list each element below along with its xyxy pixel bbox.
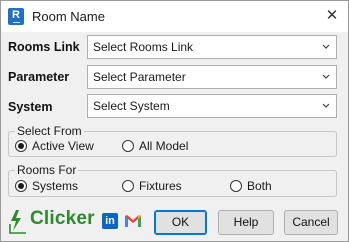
system-value: Select System (93, 99, 170, 113)
window-title: Room Name (32, 9, 105, 24)
revit-app-icon: R (8, 8, 24, 25)
radio-active-view-dot (15, 140, 27, 152)
cancel-button[interactable]: Cancel (284, 210, 338, 235)
room-name-dialog: R Room Name ✕ Rooms Link Select Rooms Li… (0, 0, 349, 242)
parameter-dropdown[interactable]: Select Parameter (87, 65, 337, 89)
chevron-down-icon (322, 74, 330, 79)
clicker-logo-icon (9, 210, 26, 234)
radio-active-view-label: Active View (32, 139, 94, 153)
rooms-link-value: Select Rooms Link (93, 40, 194, 54)
help-button[interactable]: Help (218, 210, 274, 235)
chevron-down-icon (322, 103, 330, 108)
radio-fixtures-dot (122, 180, 134, 192)
app-icon-letter: R (12, 9, 20, 21)
clicker-brand: Clicker (30, 208, 95, 229)
ok-button[interactable]: OK (154, 210, 207, 235)
radio-fixtures-label: Fixtures (139, 179, 182, 193)
system-dropdown[interactable]: Select System (87, 94, 337, 118)
rooms-for-legend: Rooms For (15, 163, 79, 177)
title-bar: R Room Name ✕ (1, 1, 348, 32)
select-from-legend: Select From (15, 124, 84, 138)
rooms-link-dropdown[interactable]: Select Rooms Link (87, 35, 337, 59)
parameter-label: Parameter (8, 70, 70, 84)
radio-all-model-dot (122, 140, 134, 152)
rooms-link-label: Rooms Link (8, 40, 80, 54)
radio-systems-dot (15, 180, 27, 192)
select-from-group: Select From Active View All Model (8, 124, 337, 157)
linkedin-icon[interactable]: in (102, 213, 118, 229)
radio-all-model-label: All Model (139, 139, 189, 153)
system-label: System (8, 100, 53, 114)
parameter-value: Select Parameter (93, 70, 186, 84)
rooms-for-group: Rooms For Systems Fixtures Both (8, 163, 337, 197)
gmail-icon[interactable] (124, 214, 142, 228)
chevron-down-icon (322, 44, 330, 49)
radio-both-dot (230, 180, 242, 192)
close-icon[interactable]: ✕ (321, 6, 343, 26)
radio-systems-label: Systems (32, 179, 79, 193)
radio-both-label: Both (247, 179, 272, 193)
